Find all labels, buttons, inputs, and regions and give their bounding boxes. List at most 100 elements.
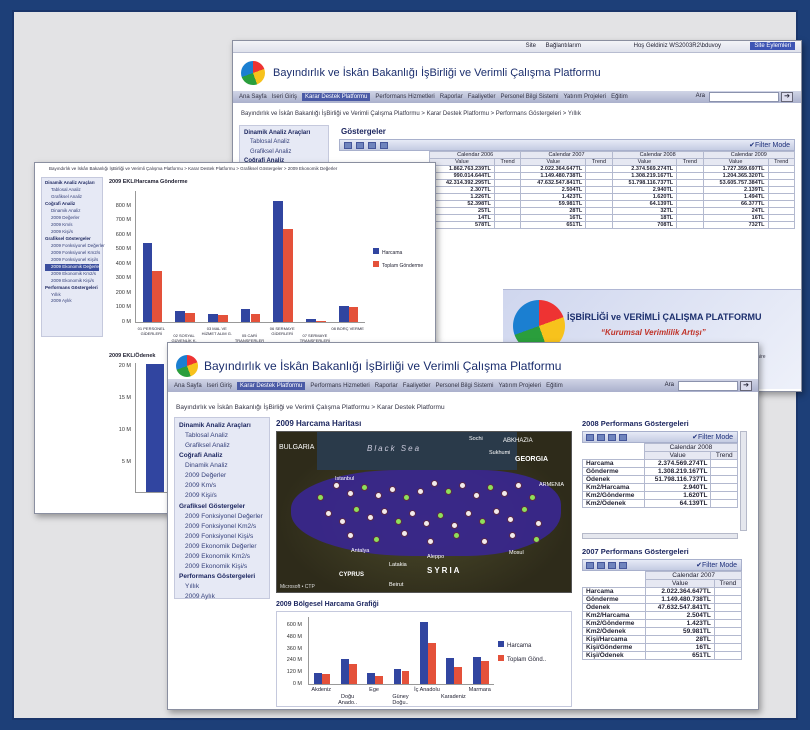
- chart-bar[interactable]: [393, 669, 402, 684]
- map-marker[interactable]: [353, 506, 360, 513]
- map-marker[interactable]: [333, 482, 340, 489]
- chart-bar[interactable]: [283, 228, 294, 322]
- perf2008-scrollbar[interactable]: [740, 431, 747, 531]
- map-marker[interactable]: [507, 516, 514, 523]
- map-marker[interactable]: [367, 514, 374, 521]
- chart-bar[interactable]: [367, 673, 376, 684]
- chart-bar[interactable]: [315, 320, 326, 322]
- lnav-item[interactable]: 2009 Kişi/s: [179, 491, 265, 501]
- map-marker[interactable]: [361, 484, 368, 491]
- map-marker[interactable]: [431, 480, 438, 487]
- chart-bar[interactable]: [375, 676, 383, 684]
- nav-training[interactable]: Eğitim: [611, 94, 628, 100]
- chart-bar[interactable]: [146, 364, 164, 492]
- lnav-item[interactable]: Dinamik Analiz: [45, 208, 99, 215]
- map-marker[interactable]: [427, 538, 434, 545]
- lnav-item[interactable]: 2009 Fonksiyonel Kişi/s: [179, 532, 265, 542]
- map-marker[interactable]: [423, 520, 430, 527]
- chart-bar[interactable]: [340, 659, 349, 684]
- lnav-item[interactable]: 2009 Aylık: [45, 298, 99, 305]
- lnav-item[interactable]: Yıllık: [45, 292, 99, 299]
- nav-home[interactable]: Ana Sayfa: [174, 383, 202, 389]
- nav-personnel[interactable]: Personel Bilgi Sistemi: [435, 383, 493, 389]
- nav-reports[interactable]: Raporlar: [375, 383, 398, 389]
- chart-bar[interactable]: [175, 311, 186, 322]
- lnav-item[interactable]: Dinamik Analiz: [179, 461, 265, 471]
- chart-bar[interactable]: [420, 621, 428, 684]
- filter-mode-button[interactable]: ✔Filter Mode: [692, 433, 733, 441]
- lnav-item[interactable]: 2009 Değerler: [179, 471, 265, 481]
- lnav-item[interactable]: 2009 Ekonomik Değerler: [179, 542, 265, 552]
- harcama-map[interactable]: BULGARIA Black Sea Sochi ABKHAZIA Sukhum…: [276, 431, 572, 593]
- search-input[interactable]: [678, 381, 738, 391]
- nav-home[interactable]: Ana Sayfa: [239, 94, 267, 100]
- nav-login[interactable]: Iseri Giriş: [272, 94, 297, 100]
- lnav-item[interactable]: 2009 Km/s: [179, 481, 265, 491]
- nav-login[interactable]: Iseri Giriş: [207, 383, 232, 389]
- lnav-item[interactable]: 2009 Ekonomik Kişi/s: [179, 562, 265, 572]
- map-marker[interactable]: [317, 494, 324, 501]
- nav-personnel[interactable]: Personel Bilgi Sistemi: [500, 94, 558, 100]
- map-marker[interactable]: [401, 530, 408, 537]
- map-marker[interactable]: [395, 518, 402, 525]
- nav-decision-support[interactable]: Karar Destek Platformu: [237, 381, 306, 390]
- lnav-item[interactable]: Grafiksel Analiz: [244, 148, 324, 157]
- chart-bar[interactable]: [454, 667, 463, 684]
- map-marker[interactable]: [347, 532, 354, 539]
- chart-bar[interactable]: [185, 313, 195, 322]
- nav-performance[interactable]: Performans Hizmetleri: [310, 383, 369, 389]
- nav-activities[interactable]: Faaliyetler: [468, 94, 496, 100]
- chart-bar[interactable]: [401, 670, 410, 684]
- map-marker[interactable]: [493, 508, 500, 515]
- chart-bar[interactable]: [472, 657, 481, 684]
- chart-bar[interactable]: [240, 308, 251, 322]
- filter-icon[interactable]: [608, 562, 616, 569]
- lnav-item[interactable]: Tablosal Analiz: [45, 187, 99, 194]
- lnav-item[interactable]: 2009 Fonksiyonel Değerler: [179, 512, 265, 522]
- filter-icon[interactable]: [608, 434, 616, 441]
- lnav-item[interactable]: Tablosal Analiz: [179, 431, 265, 441]
- chart-bar[interactable]: [217, 314, 228, 322]
- chart-bar[interactable]: [306, 319, 316, 322]
- site-actions-button[interactable]: Site Eylemleri: [750, 42, 795, 50]
- map-marker[interactable]: [403, 494, 410, 501]
- map-marker[interactable]: [533, 536, 540, 543]
- map-marker[interactable]: [479, 518, 486, 525]
- map-marker[interactable]: [389, 486, 396, 493]
- map-marker[interactable]: [487, 484, 494, 491]
- chart-bar[interactable]: [480, 661, 489, 684]
- map-marker[interactable]: [501, 490, 508, 497]
- chart-bar[interactable]: [322, 673, 331, 684]
- map-marker[interactable]: [375, 492, 382, 499]
- map-marker[interactable]: [381, 508, 388, 515]
- nav-investments[interactable]: Yatırım Projeleri: [563, 94, 606, 100]
- nav-decision-support[interactable]: Karar Destek Platformu: [302, 93, 371, 101]
- lnav-item[interactable]: Tablosal Analiz: [244, 138, 324, 147]
- chart-bar[interactable]: [314, 673, 323, 684]
- search-button[interactable]: ➔: [781, 92, 793, 102]
- lnav-item[interactable]: 2009 Fonksiyonel Km2/s: [45, 250, 100, 257]
- filter-mode-button[interactable]: ✔Filter Mode: [749, 141, 790, 149]
- lnav-item[interactable]: 2009 Fonksiyonel Km2/s: [179, 522, 265, 532]
- chart-bar[interactable]: [348, 306, 359, 322]
- lnav-item[interactable]: 2009 Km/s: [45, 222, 99, 229]
- sort-icon[interactable]: [356, 142, 364, 149]
- map-marker[interactable]: [473, 492, 480, 499]
- chart-bar[interactable]: [142, 243, 153, 322]
- nav-training[interactable]: Eğitim: [546, 383, 563, 389]
- sort-icon[interactable]: [597, 434, 605, 441]
- chart-bar[interactable]: [207, 314, 218, 322]
- perf2008-hscroll[interactable]: [582, 533, 738, 539]
- chart-icon[interactable]: [619, 562, 627, 569]
- lnav-item-selected[interactable]: 2009 Ekonomik Değerler: [45, 263, 101, 271]
- map-marker[interactable]: [373, 536, 380, 543]
- map-marker[interactable]: [445, 488, 452, 495]
- export-icon[interactable]: [586, 562, 594, 569]
- nav-reports[interactable]: Raporlar: [440, 94, 463, 100]
- map-marker[interactable]: [451, 522, 458, 529]
- map-marker[interactable]: [437, 512, 444, 519]
- map-marker[interactable]: [409, 510, 416, 517]
- lnav-item[interactable]: Yıllık: [179, 582, 265, 592]
- nav-investments[interactable]: Yatırım Projeleri: [498, 383, 541, 389]
- chart-bar[interactable]: [338, 306, 349, 322]
